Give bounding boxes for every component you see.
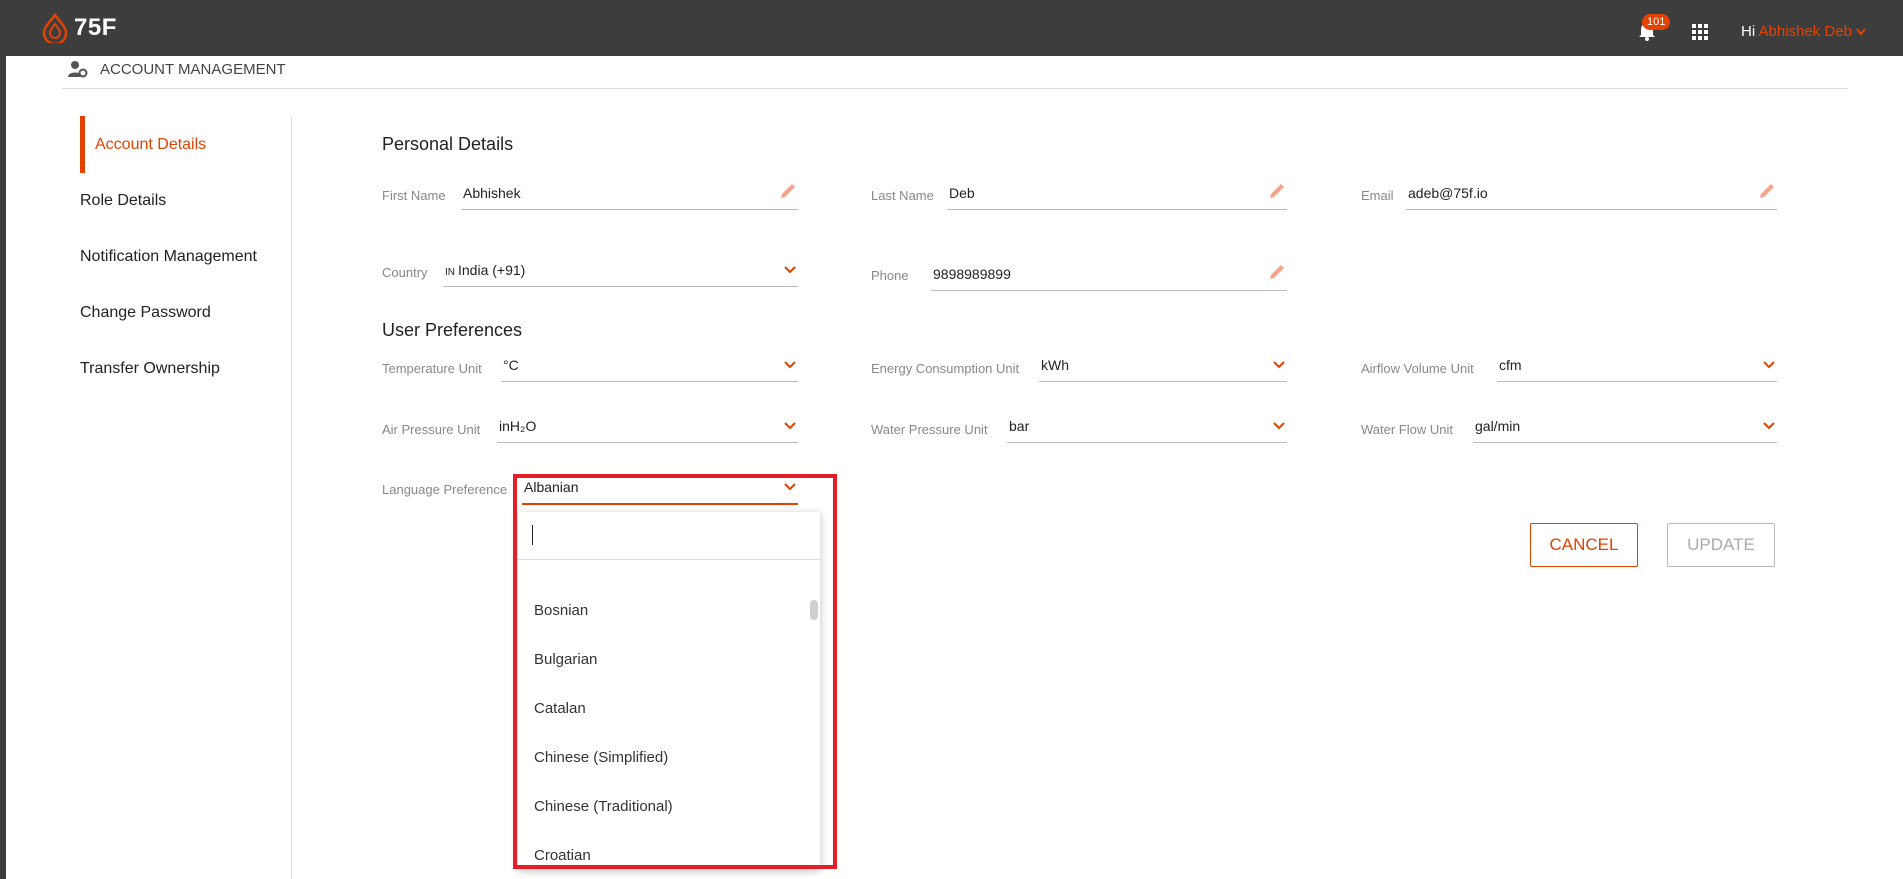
sidebar-active-indicator: [80, 116, 85, 173]
phone-field[interactable]: 9898989899: [931, 262, 1287, 291]
user-settings-icon: [68, 61, 88, 78]
last-name-field[interactable]: Deb: [947, 181, 1287, 210]
last-name-label: Last Name: [871, 188, 934, 203]
airflow-unit-select[interactable]: cfm: [1497, 353, 1777, 382]
chevron-down-icon: [784, 422, 796, 430]
user-menu[interactable]: Hi Abhishek Deb: [1741, 23, 1866, 40]
edit-pencil-icon[interactable]: [778, 181, 798, 201]
air-pressure-unit-value: inH₂O: [499, 418, 537, 434]
greeting-text: Hi: [1741, 23, 1756, 40]
email-value: adeb@75f.io: [1408, 185, 1488, 201]
country-select[interactable]: IN India (+91): [443, 258, 798, 287]
edit-pencil-icon[interactable]: [1757, 181, 1777, 201]
logo-text: 75F: [74, 14, 117, 41]
user-preferences-heading: User Preferences: [382, 320, 523, 340]
country-label: Country: [382, 265, 428, 280]
water-flow-unit-label: Water Flow Unit: [1361, 422, 1453, 437]
chevron-down-icon: [1763, 422, 1775, 430]
sidebar-item-role-details[interactable]: Role Details: [80, 192, 166, 210]
personal-details-heading: Personal Details: [382, 134, 514, 154]
sidebar-item-change-password[interactable]: Change Password: [80, 304, 211, 322]
sidebar-item-account-details[interactable]: Account Details: [95, 136, 206, 154]
phone-label: Phone: [871, 268, 909, 283]
section-header: ACCOUNT MANAGEMENT: [68, 60, 286, 78]
temperature-unit-label: Temperature Unit: [382, 361, 482, 376]
first-name-field[interactable]: Abhishek: [461, 181, 798, 210]
sidebar-item-notification-management[interactable]: Notification Management: [80, 248, 257, 266]
chevron-down-icon: [1273, 361, 1285, 369]
app-logo[interactable]: 75F: [42, 13, 117, 43]
highlight-annotation-box: [513, 474, 837, 869]
water-flow-unit-select[interactable]: gal/min: [1473, 414, 1777, 443]
page-title: ACCOUNT MANAGEMENT: [100, 60, 286, 78]
update-button[interactable]: UPDATE: [1667, 523, 1775, 567]
window-edge: [0, 56, 6, 879]
chevron-down-icon: [784, 361, 796, 369]
sidebar-divider: [291, 116, 292, 879]
top-bar: 75F 101 Hi Abhishek Deb: [0, 0, 1903, 56]
country-value: India (+91): [458, 262, 526, 278]
email-field[interactable]: adeb@75f.io: [1406, 181, 1777, 210]
water-pressure-unit-select[interactable]: bar: [1007, 414, 1287, 443]
airflow-unit-label: Airflow Volume Unit: [1361, 361, 1474, 376]
notification-count-badge: 101: [1642, 14, 1671, 30]
airflow-unit-value: cfm: [1499, 357, 1522, 373]
language-preference-label: Language Preference: [382, 482, 508, 497]
chevron-down-icon: [1856, 28, 1866, 36]
sidebar-item-transfer-ownership[interactable]: Transfer Ownership: [80, 360, 220, 378]
country-code: IN: [445, 267, 455, 278]
air-pressure-unit-select[interactable]: inH₂O: [497, 414, 798, 443]
chevron-down-icon: [1273, 422, 1285, 430]
chevron-down-icon: [784, 266, 796, 274]
first-name-value: Abhishek: [463, 185, 521, 201]
droplet-logo-icon: [42, 13, 68, 43]
energy-unit-select[interactable]: kWh: [1039, 353, 1287, 382]
water-pressure-unit-value: bar: [1009, 418, 1030, 434]
water-pressure-unit-label: Water Pressure Unit: [871, 422, 988, 437]
energy-unit-value: kWh: [1041, 357, 1069, 373]
edit-pencil-icon[interactable]: [1267, 262, 1287, 282]
water-flow-unit-value: gal/min: [1475, 418, 1521, 434]
phone-value: 9898989899: [933, 266, 1011, 282]
user-name: Abhishek Deb: [1758, 23, 1852, 40]
temperature-unit-select[interactable]: °C: [501, 353, 798, 382]
cancel-button[interactable]: CANCEL: [1530, 523, 1638, 567]
first-name-label: First Name: [382, 188, 446, 203]
last-name-value: Deb: [949, 185, 975, 201]
air-pressure-unit-label: Air Pressure Unit: [382, 422, 481, 437]
edit-pencil-icon[interactable]: [1267, 181, 1287, 201]
email-label: Email: [1361, 188, 1394, 203]
chevron-down-icon: [1763, 361, 1775, 369]
header-divider: [62, 88, 1848, 89]
temperature-unit-value: °C: [503, 357, 519, 373]
energy-unit-label: Energy Consumption Unit: [871, 361, 1020, 376]
apps-grid-icon[interactable]: [1692, 24, 1708, 40]
